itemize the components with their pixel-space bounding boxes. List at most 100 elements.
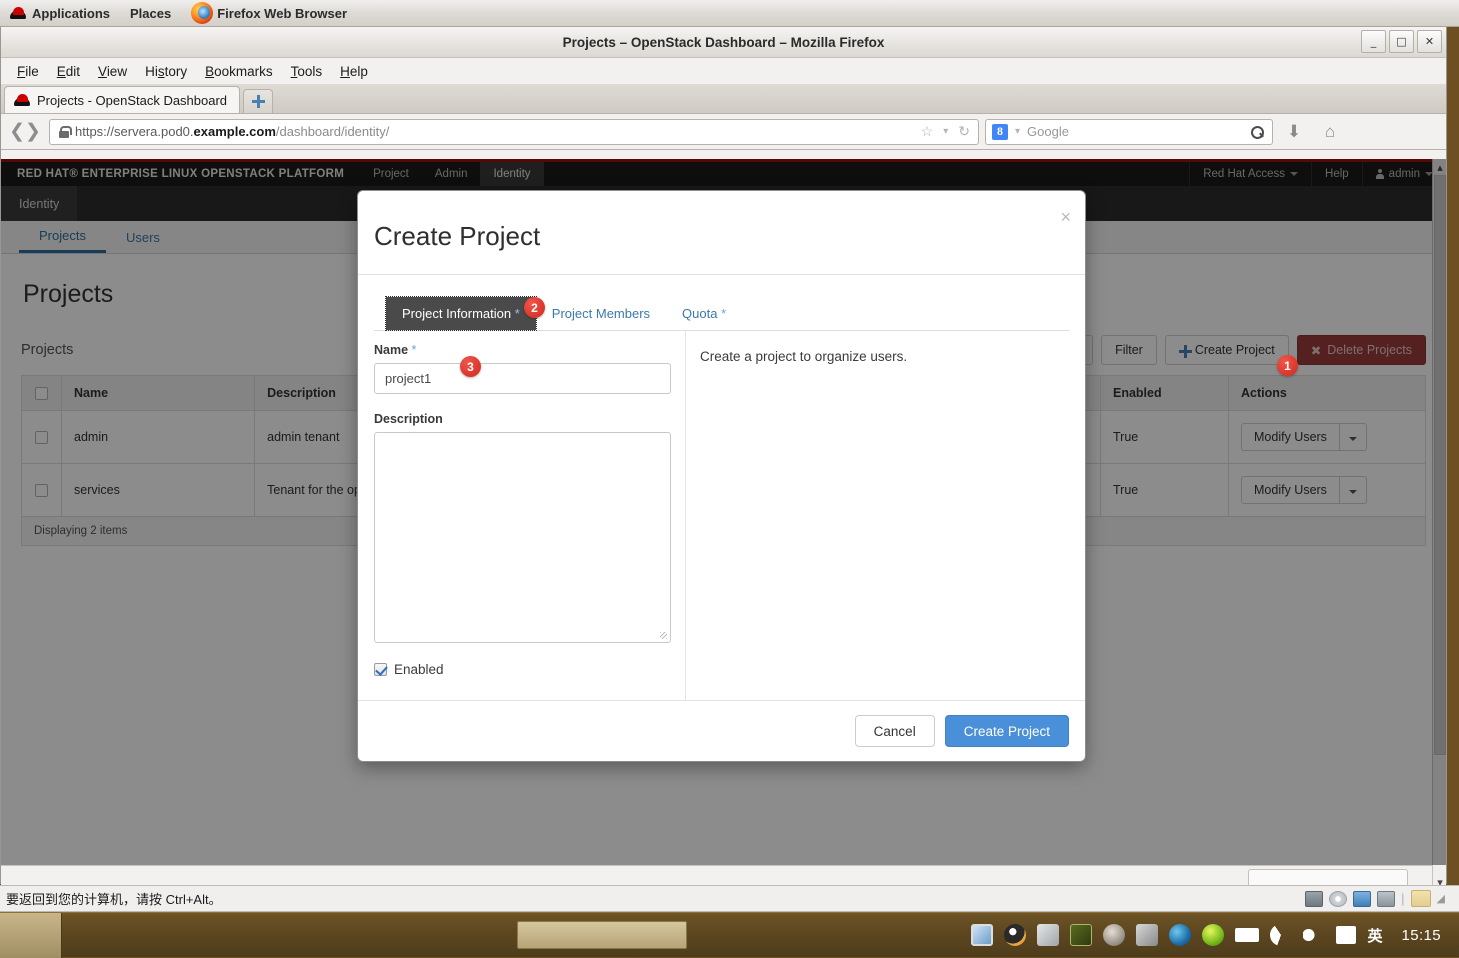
safe-icon[interactable] bbox=[971, 924, 994, 946]
help-link[interactable]: Help bbox=[1311, 160, 1362, 188]
tab-users[interactable]: Users bbox=[106, 221, 180, 253]
modal-tab-quota[interactable]: Quota * bbox=[666, 297, 742, 330]
browser-icon[interactable] bbox=[1169, 924, 1192, 946]
font-icon[interactable] bbox=[1136, 924, 1159, 946]
resize-grip-icon[interactable]: ◢ bbox=[1437, 892, 1445, 905]
menu-view[interactable]: View bbox=[90, 62, 135, 81]
modal-help-column: Create a project to organize users. bbox=[686, 331, 1069, 700]
ime-panel-icon[interactable] bbox=[1336, 926, 1357, 944]
search-bar[interactable]: 8 ▾ Google bbox=[985, 118, 1273, 145]
scroll-up-arrow-icon[interactable]: ▴ bbox=[1433, 161, 1447, 174]
menu-file[interactable]: File bbox=[9, 62, 47, 81]
select-all-checkbox[interactable] bbox=[35, 387, 48, 401]
cancel-button[interactable]: Cancel bbox=[854, 715, 935, 747]
camera-icon[interactable] bbox=[1377, 890, 1396, 907]
create-project-submit-button[interactable]: Create Project bbox=[944, 715, 1069, 747]
menu-help[interactable]: Help bbox=[332, 62, 376, 81]
column-header-actions: Actions bbox=[1228, 374, 1426, 412]
home-icon[interactable]: ⌂ bbox=[1315, 122, 1345, 142]
modal-tab-project-members[interactable]: Project Members bbox=[536, 297, 666, 330]
select-all-header[interactable] bbox=[21, 374, 62, 412]
menu-history[interactable]: History bbox=[137, 62, 195, 81]
row-checkbox-cell[interactable] bbox=[21, 463, 62, 518]
taskbar-window-button[interactable] bbox=[517, 921, 687, 949]
ime-language-indicator[interactable]: 英 bbox=[1367, 925, 1382, 946]
filter-button[interactable]: Filter bbox=[1101, 335, 1157, 365]
row-checkbox-cell[interactable] bbox=[21, 410, 62, 465]
actions-dropdown-toggle[interactable] bbox=[1339, 476, 1367, 505]
close-icon[interactable]: × bbox=[1060, 207, 1071, 228]
new-tab-button[interactable] bbox=[243, 89, 274, 113]
harddisk-icon[interactable] bbox=[1305, 890, 1324, 907]
plus-icon bbox=[251, 95, 265, 108]
column-header-name[interactable]: Name bbox=[60, 374, 256, 412]
applications-menu-label: Applications bbox=[32, 5, 111, 21]
modify-users-button[interactable]: Modify Users bbox=[1241, 476, 1340, 505]
applications-menu[interactable]: Applications bbox=[0, 0, 120, 27]
modal-tab-project-information[interactable]: Project Information * bbox=[385, 296, 537, 331]
actions-button-group: Modify Users bbox=[1241, 423, 1367, 452]
modal-tab-quota-label: Quota bbox=[682, 306, 718, 321]
description-textarea[interactable] bbox=[374, 432, 671, 643]
wifi-icon[interactable] bbox=[1270, 924, 1293, 946]
menu-tools[interactable]: Tools bbox=[283, 62, 331, 81]
places-menu[interactable]: Places bbox=[120, 0, 181, 27]
enabled-checkbox-row[interactable]: Enabled bbox=[374, 662, 675, 677]
modal-title: Create Project bbox=[374, 221, 541, 251]
bookmark-star-icon[interactable]: ☆ bbox=[919, 123, 936, 140]
menu-bookmarks[interactable]: Bookmarks bbox=[197, 62, 281, 81]
name-input[interactable]: project1 bbox=[374, 363, 671, 394]
vertical-scroll-thumb[interactable] bbox=[1434, 175, 1446, 755]
navigation-toolbar: ❮❯ https://servera.pod0.example.com/dash… bbox=[1, 114, 1446, 150]
sound-recorder-icon[interactable] bbox=[1103, 924, 1126, 946]
note-icon[interactable] bbox=[1410, 890, 1431, 907]
tabbar: Projects - OpenStack Dashboard bbox=[1, 84, 1446, 114]
modal-header: Create Project × bbox=[358, 191, 1085, 275]
delete-projects-button[interactable]: ✖ Delete Projects bbox=[1296, 335, 1426, 365]
cdrom-icon[interactable] bbox=[1329, 890, 1348, 907]
row-checkbox[interactable] bbox=[35, 431, 48, 445]
url-scheme: https://servera.pod0. bbox=[75, 124, 194, 139]
reload-icon[interactable]: ↻ bbox=[956, 123, 972, 140]
vertical-scrollbar[interactable]: ▴ ▾ bbox=[1432, 159, 1446, 891]
battery-icon[interactable] bbox=[1235, 928, 1260, 942]
print-share-icon[interactable] bbox=[1037, 924, 1060, 946]
close-button[interactable]: ✕ bbox=[1417, 30, 1442, 53]
graphics-driver-icon[interactable] bbox=[1070, 924, 1093, 946]
topnav-project[interactable]: Project bbox=[360, 162, 422, 186]
maximize-button[interactable]: □ bbox=[1389, 30, 1414, 53]
resize-handle-icon[interactable] bbox=[660, 632, 667, 639]
redhat-logo-icon bbox=[10, 6, 26, 20]
tab-projects-openstack-dashboard[interactable]: Projects - OpenStack Dashboard bbox=[4, 86, 241, 113]
enabled-checkbox[interactable] bbox=[374, 663, 387, 676]
row-checkbox[interactable] bbox=[35, 484, 48, 498]
start-button[interactable] bbox=[0, 912, 62, 958]
red-hat-access-menu[interactable]: Red Hat Access bbox=[1189, 160, 1311, 188]
column-header-enabled[interactable]: Enabled bbox=[1100, 374, 1229, 412]
back-forward-button[interactable]: ❮❯ bbox=[7, 119, 43, 145]
firefox-window-button[interactable]: Firefox Web Browser bbox=[181, 0, 357, 27]
firefox-window-label: Firefox Web Browser bbox=[217, 5, 348, 21]
menu-edit[interactable]: Edit bbox=[49, 62, 88, 81]
network-icon[interactable] bbox=[1353, 890, 1372, 907]
create-project-button[interactable]: Create Project bbox=[1164, 335, 1289, 365]
qq-penguin-icon[interactable] bbox=[1004, 924, 1027, 946]
url-bar[interactable]: https://servera.pod0.example.com/dashboa… bbox=[49, 118, 979, 145]
search-icon[interactable] bbox=[1251, 125, 1264, 139]
search-engine-chevron-icon[interactable]: ▾ bbox=[1013, 126, 1022, 137]
taskbar-clock[interactable]: 15:15 bbox=[1401, 927, 1441, 944]
close-icon: ✖ bbox=[1310, 343, 1322, 358]
topnav-identity[interactable]: Identity bbox=[480, 162, 544, 186]
topnav-admin[interactable]: Admin bbox=[422, 162, 481, 186]
modify-users-button[interactable]: Modify Users bbox=[1241, 423, 1340, 452]
actions-dropdown-toggle[interactable] bbox=[1339, 423, 1367, 452]
search-input[interactable]: Google bbox=[1027, 124, 1246, 139]
chevron-down-icon[interactable]: ▾ bbox=[941, 126, 950, 137]
tray-divider: | bbox=[1401, 891, 1405, 906]
volume-icon[interactable] bbox=[1303, 924, 1326, 946]
downloads-icon[interactable]: ⬇ bbox=[1279, 122, 1309, 142]
firefox-icon bbox=[191, 2, 214, 24]
update-icon[interactable] bbox=[1202, 924, 1225, 946]
minimize-button[interactable]: _ bbox=[1361, 30, 1386, 53]
tab-projects[interactable]: Projects bbox=[19, 221, 106, 253]
